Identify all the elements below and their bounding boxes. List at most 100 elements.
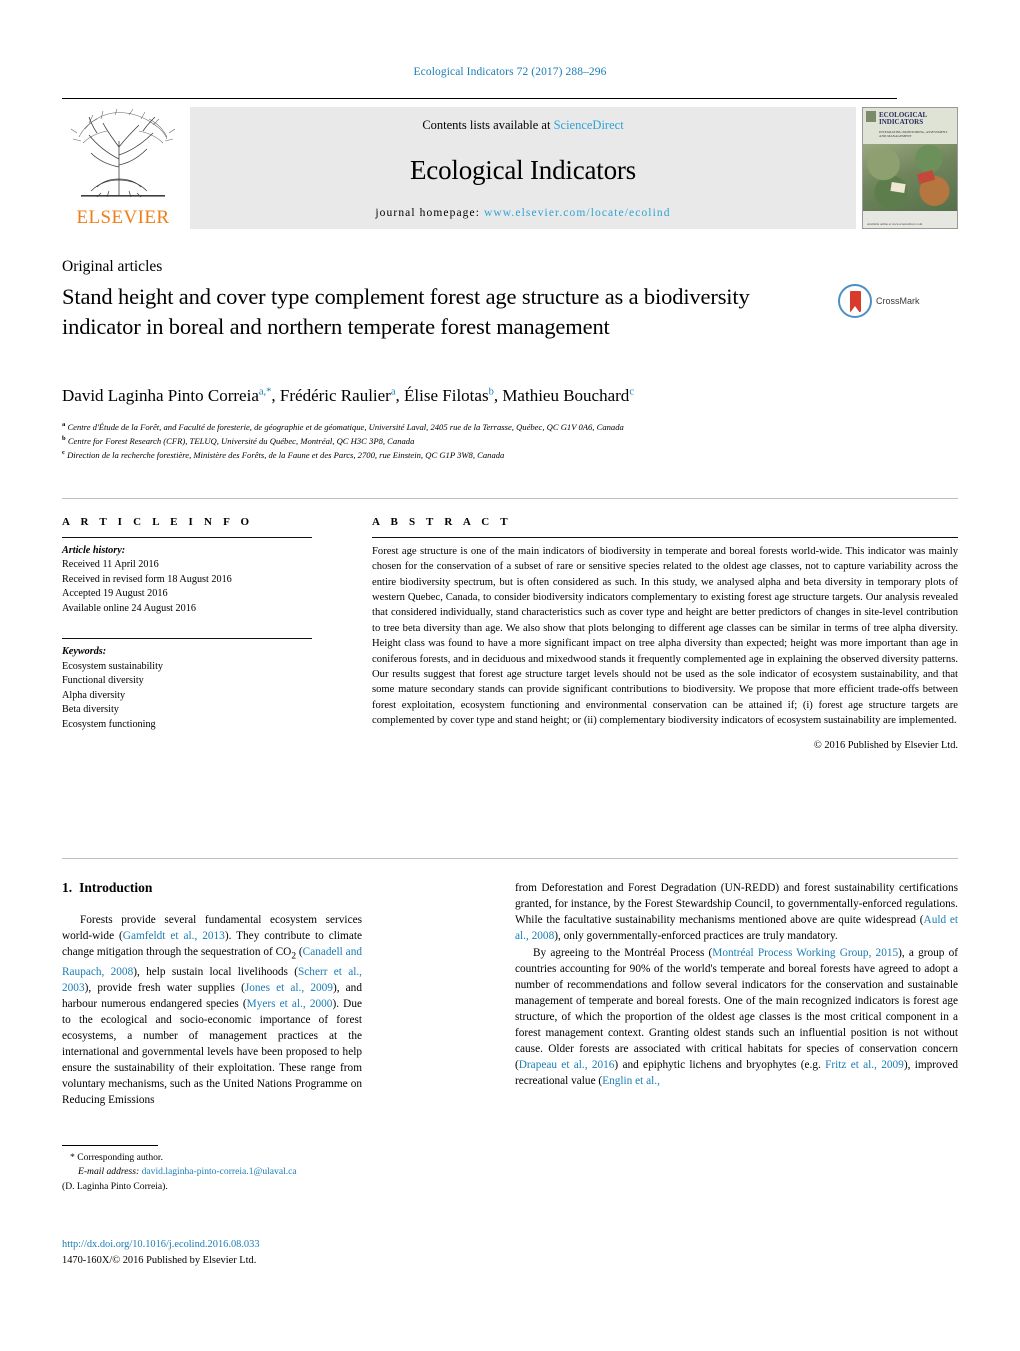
paper-page: Ecological Indicators 72 (2017) 288–296 bbox=[0, 0, 1020, 1351]
article-history-item: Received in revised form 18 August 2016 bbox=[62, 573, 232, 585]
body-text: By agreeing to the Montréal Process ( bbox=[533, 947, 713, 960]
journal-cover-thumbnail[interactable]: ECOLOGICAL INDICATORS INTEGRATING MONITO… bbox=[862, 107, 958, 229]
author-affiliation-mark: b bbox=[488, 386, 494, 398]
abstract-bottom-rule bbox=[62, 858, 958, 859]
section-heading-introduction: 1. Introduction bbox=[62, 880, 362, 896]
affiliation-item: c Direction de la recherche forestière, … bbox=[62, 448, 505, 460]
abstract-column: A B S T R A C T Forest age structure is … bbox=[372, 516, 958, 751]
keyword-item: Functional diversity bbox=[62, 675, 144, 687]
author-affiliation-mark: c bbox=[629, 386, 634, 398]
body-text: ). Due to the ecological and socio-econo… bbox=[62, 997, 363, 1106]
citation-link[interactable]: Montréal Process Working Group, 2015 bbox=[712, 947, 898, 959]
cover-title: ECOLOGICAL INDICATORS bbox=[879, 111, 927, 127]
author-affiliation-mark: a bbox=[390, 386, 396, 398]
keyword-item: Alpha diversity bbox=[62, 689, 126, 701]
abstract-copyright: © 2016 Published by Elsevier Ltd. bbox=[813, 740, 958, 752]
email-label: E-mail address: bbox=[78, 1166, 140, 1178]
citation-link[interactable]: Myers et al., 2000 bbox=[247, 998, 333, 1010]
affiliation-item: a Centre d'Étude de la Forêt, and Facult… bbox=[62, 421, 624, 432]
keyword-item: Ecosystem sustainability bbox=[62, 660, 164, 672]
journal-homepage-line: journal homepage: www.elsevier.com/locat… bbox=[375, 207, 670, 219]
author-name: David Laginha Pinto Correia bbox=[62, 386, 259, 405]
page-title: Stand height and cover type complement f… bbox=[62, 284, 750, 339]
body-text: from Deforestation and Forest Degradatio… bbox=[515, 882, 958, 927]
affiliation-mark: c bbox=[62, 448, 65, 456]
body-text: ), help sustain local livelihoods ( bbox=[133, 965, 298, 978]
homepage-url-link[interactable]: www.elsevier.com/locate/ecolind bbox=[484, 207, 671, 219]
article-history-item: Available online 24 August 2016 bbox=[62, 602, 196, 614]
contents-prefix: Contents lists available at bbox=[422, 118, 554, 132]
affiliation-list: a Centre d'Étude de la Forêt, and Facult… bbox=[62, 420, 872, 462]
author-name: Frédéric Raulier bbox=[279, 386, 391, 405]
homepage-prefix: journal homepage: bbox=[375, 207, 484, 219]
cover-photo-chip-light bbox=[890, 181, 906, 194]
citation-link[interactable]: Jones et al., 2009 bbox=[245, 982, 333, 994]
body-column-right: from Deforestation and Forest Degradatio… bbox=[515, 880, 958, 1089]
cover-subtitle: INTEGRATING MONITORING, ASSESSMENT AND M… bbox=[879, 130, 948, 139]
crossmark-label: CrossMark bbox=[876, 296, 920, 306]
body-text: ), a group of countries accounting for 9… bbox=[515, 947, 958, 1072]
elsevier-wordmark: ELSEVIER bbox=[76, 207, 170, 228]
doi-block: http://dx.doi.org/10.1016/j.ecolind.2016… bbox=[62, 1237, 392, 1268]
elsevier-tree-icon bbox=[70, 108, 176, 198]
cover-footer-text: Available online at www.sciencedirect.co… bbox=[867, 222, 923, 226]
corresponding-author-footnote: * Corresponding author. E-mail address: … bbox=[62, 1145, 362, 1194]
abstract-text: Forest age structure is one of the main … bbox=[372, 546, 958, 726]
crossmark-icon bbox=[838, 284, 872, 318]
affiliation-mark: a bbox=[62, 421, 66, 428]
author-name: Élise Filotas bbox=[404, 386, 489, 405]
body-text: ) and epiphytic lichens and bryophytes (… bbox=[614, 1059, 826, 1072]
body-paragraph: from Deforestation and Forest Degradatio… bbox=[515, 880, 958, 944]
journal-banner: ELSEVIER Contents lists available at Sci… bbox=[62, 98, 958, 229]
footnote-rule bbox=[62, 1145, 158, 1146]
keyword-item: Beta diversity bbox=[62, 704, 119, 716]
banner-top-rule bbox=[62, 98, 897, 99]
abstract-top-rule bbox=[62, 498, 958, 499]
issn-copyright-line: 1470-160X/© 2016 Published by Elsevier L… bbox=[62, 1254, 257, 1266]
email-link[interactable]: david.laginha-pinto-correia.1@ulaval.ca bbox=[142, 1166, 297, 1177]
email-line: E-mail address: david.laginha-pinto-corr… bbox=[62, 1165, 362, 1179]
keyword-lines: Ecosystem sustainability Functional diver… bbox=[62, 660, 312, 732]
citation-link[interactable]: Fritz et al., 2009 bbox=[825, 1059, 904, 1071]
article-history-lines: Received 11 April 2016 Received in revise… bbox=[62, 558, 312, 616]
author-affiliation-mark: a,* bbox=[258, 386, 272, 398]
cover-photo-collage bbox=[863, 144, 957, 212]
article-type-label: Original articles bbox=[62, 258, 163, 275]
author-list: David Laginha Pinto Correiaa,*, Frédéric… bbox=[62, 386, 634, 405]
section-number: 1. bbox=[62, 880, 73, 895]
citation-link[interactable]: Drapeau et al., 2016 bbox=[519, 1059, 615, 1071]
abstract-heading: A B S T R A C T bbox=[372, 516, 512, 528]
body-text: ), only governmentally-enforced practice… bbox=[554, 930, 838, 943]
author-name: Mathieu Bouchard bbox=[502, 386, 630, 405]
sciencedirect-link[interactable]: ScienceDirect bbox=[554, 118, 624, 132]
keywords-label: Keywords: bbox=[62, 646, 107, 658]
abstract-rule bbox=[372, 537, 958, 538]
crossmark-badge[interactable]: CrossMark bbox=[838, 284, 920, 318]
article-info-rule-1 bbox=[62, 537, 312, 538]
contents-list-line: Contents lists available at ScienceDirec… bbox=[422, 118, 623, 133]
article-info-heading: A R T I C L E I N F O bbox=[62, 516, 254, 528]
cover-footer-band: Available online at www.sciencedirect.co… bbox=[863, 211, 957, 228]
article-info-rule-2 bbox=[62, 638, 312, 640]
section-label: Introduction bbox=[79, 880, 153, 895]
elsevier-logo: ELSEVIER bbox=[62, 107, 184, 229]
body-text: ), provide fresh water supplies ( bbox=[84, 981, 245, 994]
cover-photo-chip-red bbox=[916, 170, 935, 185]
corresponding-author-line: * Corresponding author. bbox=[70, 1152, 163, 1163]
citation-link[interactable]: Englin et al., bbox=[602, 1075, 660, 1087]
affiliation-mark: b bbox=[62, 434, 66, 442]
article-history-group: Article history: Received 11 April 2016 R… bbox=[62, 544, 312, 616]
body-column-left: 1. Introduction Forests provide several f… bbox=[62, 880, 362, 1108]
body-paragraph: Forests provide several fundamental ecos… bbox=[62, 912, 362, 1108]
title-block: Stand height and cover type complement f… bbox=[62, 282, 812, 342]
doi-link[interactable]: http://dx.doi.org/10.1016/j.ecolind.2016… bbox=[62, 1237, 392, 1253]
citation-link[interactable]: Gamfeldt et al., 2013 bbox=[123, 930, 225, 942]
journal-name: Ecological Indicators bbox=[410, 154, 636, 185]
cover-elsevier-mark bbox=[866, 111, 876, 122]
article-history-label: Article history: bbox=[62, 545, 126, 556]
affiliation-item: b Centre for Forest Research (CFR), TELU… bbox=[62, 434, 415, 446]
keywords-group: Keywords: Ecosystem sustainability Functi… bbox=[62, 645, 312, 732]
article-history-item: Received 11 April 2016 bbox=[62, 559, 159, 571]
keyword-item: Ecosystem functioning bbox=[62, 718, 156, 730]
body-text: ( bbox=[296, 946, 303, 959]
